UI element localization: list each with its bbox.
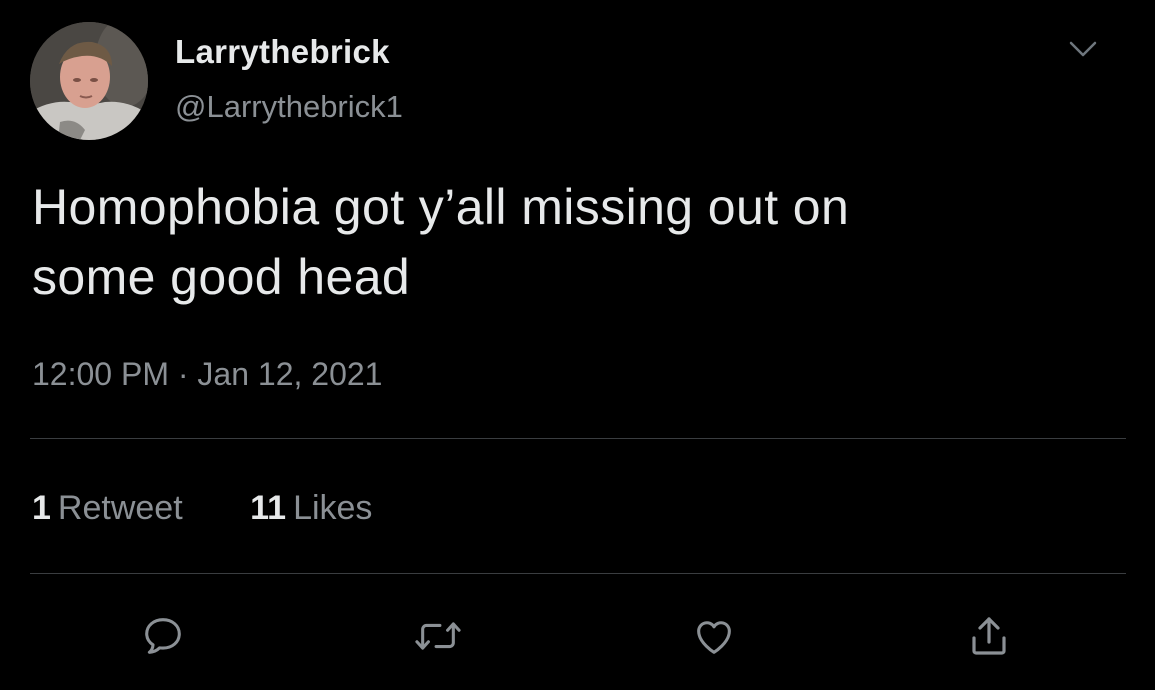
tweet-text: Homophobia got y’all missing out on some… — [32, 172, 1122, 312]
retweets-label: Retweet — [57, 489, 183, 527]
engagement-stats: 1 Retweet 11 Likes — [32, 489, 372, 528]
likes-count: 11 — [250, 489, 287, 527]
chevron-down-icon[interactable] — [1063, 38, 1103, 62]
share-icon — [972, 617, 1006, 655]
tweet-detail: Larrythebrick @Larrythebrick1 Homophobia… — [0, 0, 1155, 696]
likes-stat[interactable]: 11 Likes — [250, 489, 372, 528]
reply-button[interactable] — [135, 608, 191, 664]
divider — [30, 438, 1126, 439]
heart-icon — [697, 621, 731, 654]
tweet-timestamp[interactable]: 12:00 PM · Jan 12, 2021 — [32, 356, 382, 393]
comment-icon — [145, 618, 181, 654]
like-button[interactable] — [686, 608, 742, 664]
avatar-photo — [30, 22, 148, 140]
likes-label: Likes — [293, 489, 373, 527]
avatar[interactable] — [30, 22, 148, 140]
tweet-text-line: Homophobia got y’all missing out on — [32, 179, 850, 235]
retweets-stat[interactable]: 1 Retweet — [32, 489, 183, 528]
retweet-icon — [415, 622, 461, 650]
tweet-text-line: some good head — [32, 249, 411, 305]
retweet-button[interactable] — [410, 608, 466, 664]
divider — [30, 573, 1126, 574]
retweets-count: 1 — [32, 489, 51, 527]
bottom-edge — [0, 690, 1155, 696]
display-name[interactable]: Larrythebrick — [175, 33, 390, 71]
share-button[interactable] — [961, 608, 1017, 664]
user-handle[interactable]: @Larrythebrick1 — [175, 89, 403, 125]
